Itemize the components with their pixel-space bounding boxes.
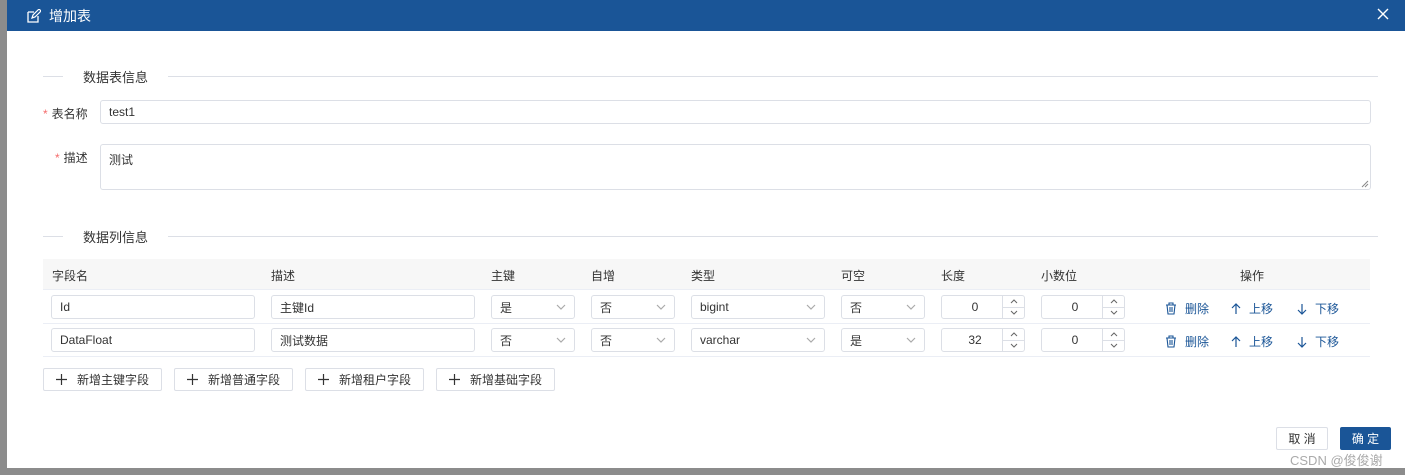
dialog-header: 增加表	[7, 0, 1405, 31]
dialog-title: 增加表	[49, 7, 91, 24]
chevron-down-icon	[556, 337, 566, 343]
increment-icon[interactable]	[1103, 296, 1124, 308]
move-up-button[interactable]: 上移	[1231, 333, 1273, 350]
header-nullable: 可空	[841, 269, 866, 283]
edit-icon	[27, 8, 41, 23]
close-icon[interactable]	[1375, 6, 1391, 22]
decimal-stepper[interactable]: 0	[1041, 295, 1125, 319]
trash-icon	[1166, 335, 1176, 348]
decrement-icon[interactable]	[1003, 308, 1024, 319]
field-name-input[interactable]: Id	[51, 295, 255, 319]
arrow-down-icon	[1297, 303, 1307, 315]
header-description: 描述	[271, 269, 296, 283]
plus-icon	[56, 374, 67, 385]
section-title: 数据表信息	[83, 69, 149, 85]
description-textarea[interactable]: 测试	[100, 144, 1371, 190]
table-header: 字段名 描述 主键 自增 类型 可空 长度 小数位 操作	[43, 259, 1370, 290]
header-type: 类型	[691, 269, 716, 283]
chevron-down-icon	[906, 337, 916, 343]
section-table-info: 数据表信息	[43, 66, 1378, 86]
header-length: 长度	[941, 269, 966, 283]
length-stepper[interactable]: 32	[941, 328, 1025, 352]
chevron-down-icon	[906, 304, 916, 310]
field-desc-input[interactable]: 测试数据	[271, 328, 475, 352]
decrement-icon[interactable]	[1103, 341, 1124, 352]
arrow-up-icon	[1231, 302, 1241, 314]
plus-icon	[187, 374, 198, 385]
arrow-up-icon	[1231, 335, 1241, 347]
type-select[interactable]: bigint	[691, 295, 825, 319]
auto-increment-select[interactable]: 否	[591, 328, 675, 352]
increment-icon[interactable]	[1003, 329, 1024, 341]
section-column-info: 数据列信息	[43, 226, 1378, 246]
field-name-input[interactable]: DataFloat	[51, 328, 255, 352]
add-base-field-button[interactable]: 新增基础字段	[436, 368, 556, 391]
add-normal-field-button[interactable]: 新增普通字段	[174, 368, 294, 391]
header-auto-increment: 自增	[591, 269, 616, 283]
field-desc-input[interactable]: 主键Id	[271, 295, 475, 319]
chevron-down-icon	[806, 304, 816, 310]
header-field-name: 字段名	[52, 269, 89, 283]
arrow-down-icon	[1297, 336, 1307, 348]
increment-icon[interactable]	[1103, 329, 1124, 341]
nullable-select[interactable]: 是	[841, 328, 925, 352]
header-decimal: 小数位	[1041, 269, 1078, 283]
section-title: 数据列信息	[83, 229, 149, 245]
delete-button[interactable]: 删除	[1165, 300, 1209, 317]
decimal-stepper[interactable]: 0	[1041, 328, 1125, 352]
trash-icon	[1166, 302, 1176, 315]
table-row: DataFloat 测试数据 否 否 varchar 是 32 0 删除 上移 …	[43, 324, 1370, 357]
type-select[interactable]: varchar	[691, 328, 825, 352]
chevron-down-icon	[656, 304, 666, 310]
table-name-input[interactable]: test1	[100, 100, 1371, 124]
table-name-label: * 表名称	[43, 107, 88, 121]
move-down-button[interactable]: 下移	[1297, 333, 1339, 350]
increment-icon[interactable]	[1003, 296, 1024, 308]
cancel-button[interactable]: 取 消	[1276, 427, 1328, 450]
resize-grip-icon[interactable]	[1361, 180, 1369, 188]
add-table-dialog: 增加表 数据表信息 * 表名称 test1 * 描述 测试 数据列信息 字段名 描述…	[7, 0, 1405, 468]
chevron-down-icon	[656, 337, 666, 343]
watermark: CSDN @俊俊谢	[1290, 453, 1383, 468]
decrement-icon[interactable]	[1003, 341, 1024, 352]
add-tenant-field-button[interactable]: 新增租户字段	[305, 368, 425, 391]
primary-key-select[interactable]: 是	[491, 295, 575, 319]
nullable-select[interactable]: 否	[841, 295, 925, 319]
confirm-button[interactable]: 确 定	[1340, 427, 1391, 450]
move-up-button[interactable]: 上移	[1231, 300, 1273, 317]
plus-icon	[318, 374, 329, 385]
decrement-icon[interactable]	[1103, 308, 1124, 319]
plus-icon	[449, 374, 460, 385]
add-primary-key-field-button[interactable]: 新增主键字段	[43, 368, 163, 391]
table-row: Id 主键Id 是 否 bigint 否 0 0 删除 上移 下移	[43, 291, 1370, 324]
chevron-down-icon	[556, 304, 566, 310]
primary-key-select[interactable]: 否	[491, 328, 575, 352]
chevron-down-icon	[806, 337, 816, 343]
move-down-button[interactable]: 下移	[1297, 300, 1339, 317]
description-label: * 描述	[55, 151, 88, 165]
delete-button[interactable]: 删除	[1165, 333, 1209, 350]
auto-increment-select[interactable]: 否	[591, 295, 675, 319]
header-actions: 操作	[1240, 269, 1265, 283]
length-stepper[interactable]: 0	[941, 295, 1025, 319]
header-primary-key: 主键	[491, 269, 516, 283]
